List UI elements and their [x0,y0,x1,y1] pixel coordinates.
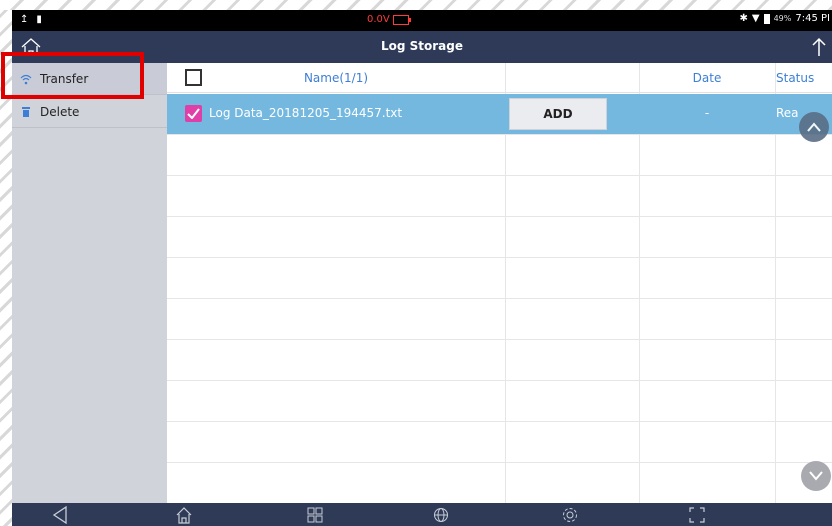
table-row [167,299,832,340]
table-row [167,381,832,422]
table-row [167,176,832,217]
table-row [167,340,832,381]
clock: 7:45 PI [795,13,830,24]
back-icon[interactable] [50,505,70,525]
status-bar: ↥ ▮ 0.0V ✱ ▼ 49% 7:45 PI [12,10,832,31]
trash-icon [20,106,32,118]
checkmark-icon [187,108,200,119]
bluetooth-icon: ✱ [739,13,748,24]
upload-icon[interactable] [810,36,828,58]
usb-upload-icon: ↥ [20,14,29,25]
globe-icon[interactable] [431,505,451,525]
scroll-down-button[interactable] [801,461,831,491]
table-header: Name(1/1) Date Status [167,63,832,93]
table-row[interactable]: Log Data_20181205_194457.txt ADD - Rea [167,94,832,135]
sidebar: Transfer Delete [12,63,167,503]
background-stripes-top [0,0,832,10]
voltage-value: 0.0V [367,14,390,25]
file-date: - [704,106,710,120]
highlight-annotation [1,52,144,99]
table-row [167,135,832,176]
car-battery-icon [392,14,411,25]
page-title: Log Storage [380,39,464,53]
apps-icon[interactable] [305,505,325,525]
chevron-up-icon [807,122,821,132]
screenshot-page: ↥ ▮ 0.0V ✱ ▼ 49% 7:45 PI Log Storage Tra… [0,0,832,526]
column-header-name[interactable]: Name(1/1) [167,63,505,93]
column-header-status[interactable]: Status [775,63,832,93]
file-status: Rea [776,106,799,120]
file-name: Log Data_20181205_194457.txt [209,106,403,120]
scroll-up-button[interactable] [799,112,829,142]
add-button[interactable]: ADD [509,98,607,130]
sidebar-item-label: Delete [40,104,80,119]
screenshot-icon[interactable] [687,505,707,525]
status-left: ↥ ▮ [20,14,42,26]
sd-card-icon: ▮ [36,14,42,25]
column-header-date[interactable]: Date [639,63,775,93]
navigation-bar [12,503,832,526]
row-checkbox-checked[interactable] [185,105,202,122]
log-table: Name(1/1) Date Status Log Data_20181205_… [167,63,832,503]
voltage-indicator: 0.0V [367,14,411,25]
table-row [167,258,832,299]
table-row [167,217,832,258]
status-right: ✱ ▼ 49% 7:45 PI [740,13,831,24]
sidebar-item-delete[interactable]: Delete [12,96,167,128]
table-row [167,422,832,463]
chevron-down-icon [809,471,823,481]
settings-icon[interactable] [560,505,580,525]
battery-percent: 49% [773,14,792,23]
battery-icon [763,13,770,24]
wifi-signal-icon: ▼ [751,13,760,24]
column-header-action [505,63,639,93]
home-icon[interactable] [174,505,194,525]
